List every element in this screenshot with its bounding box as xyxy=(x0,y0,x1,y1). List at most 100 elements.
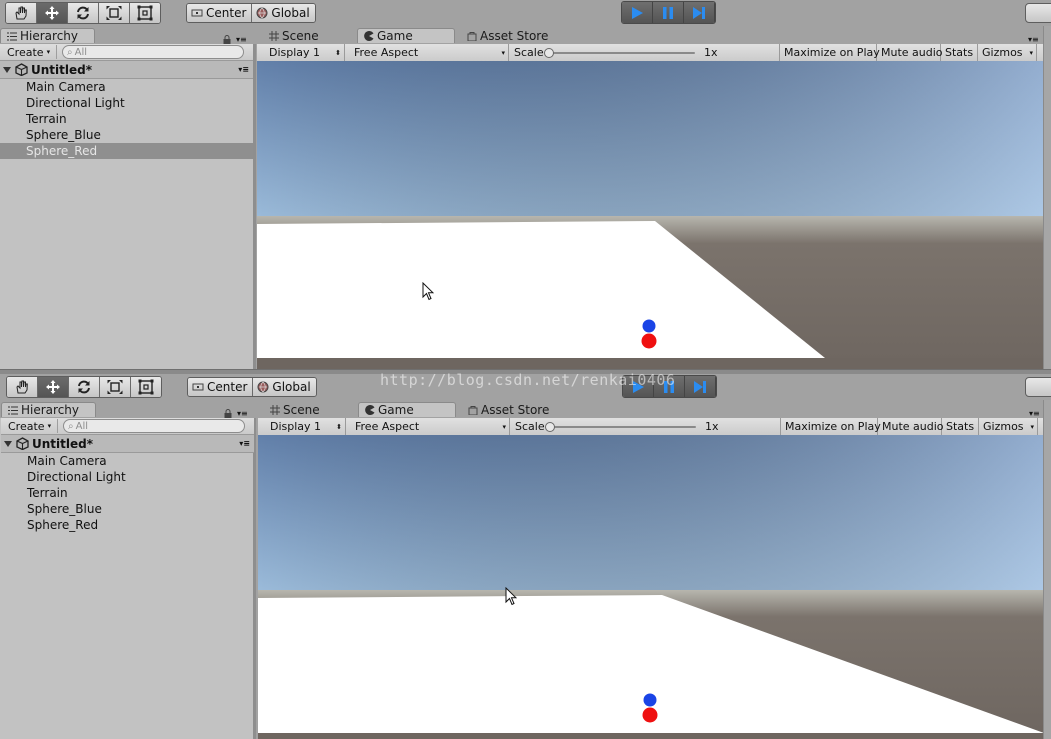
hand-tool-button[interactable] xyxy=(6,3,37,23)
hierarchy-search-input[interactable]: ⌕ All xyxy=(63,419,245,433)
maximize-on-play-toggle[interactable]: Maximize on Play xyxy=(780,418,881,435)
scene-menu-icon[interactable]: ▾≡ xyxy=(239,439,250,448)
right-edge-panel xyxy=(1043,400,1051,739)
maximize-on-play-toggle[interactable]: Maximize on Play xyxy=(779,44,880,61)
pacman-icon xyxy=(365,405,375,415)
step-button[interactable] xyxy=(685,376,716,397)
display-dropdown[interactable]: Display 1 ⬍ xyxy=(258,418,346,435)
move-tool-button[interactable] xyxy=(38,377,69,397)
create-dropdown[interactable]: Create ▾ xyxy=(2,45,58,59)
cloud-button[interactable] xyxy=(1025,377,1051,397)
foldout-arrow-icon[interactable] xyxy=(3,66,11,73)
scale-slider[interactable] xyxy=(545,422,696,432)
scene-menu-icon[interactable]: ▾≡ xyxy=(238,65,249,74)
pivot-label: Center xyxy=(206,6,247,20)
sphere-blue xyxy=(643,693,657,707)
hierarchy-item[interactable]: Sphere_Blue xyxy=(0,127,253,143)
scene-header[interactable]: Untitled* ▾≡ xyxy=(0,61,253,79)
maximize-label: Maximize on Play xyxy=(784,46,880,59)
space-label: Global xyxy=(272,380,311,394)
pivot-center-button[interactable]: Center xyxy=(187,4,253,22)
tab-game[interactable]: Game xyxy=(358,402,456,417)
game-viewport[interactable] xyxy=(257,61,1043,369)
aspect-dropdown[interactable]: Free Aspect ▾ xyxy=(349,44,509,61)
game-panel-menu-icon[interactable]: ▾≡ xyxy=(1029,410,1041,418)
create-dropdown[interactable]: Create ▾ xyxy=(3,419,59,433)
scale-tool-button[interactable] xyxy=(100,377,131,397)
tab-asset-store[interactable]: Asset Store xyxy=(461,402,556,417)
game-panel-menu-icon[interactable]: ▾≡ xyxy=(1028,36,1040,44)
scale-icon xyxy=(106,6,122,20)
rect-transform-icon xyxy=(138,379,154,395)
hierarchy-item-label: Terrain xyxy=(27,486,68,500)
hierarchy-item[interactable]: Main Camera xyxy=(0,79,253,95)
tab-hierarchy[interactable]: Hierarchy xyxy=(1,402,96,417)
foldout-arrow-icon[interactable] xyxy=(4,440,12,447)
pause-icon xyxy=(664,380,674,393)
scene-tab-label: Scene xyxy=(282,29,319,43)
scene-header[interactable]: Untitled* ▾≡ xyxy=(1,435,254,453)
hierarchy-item-label: Main Camera xyxy=(27,454,107,468)
rotate-icon xyxy=(77,6,89,20)
panel-menu-icon[interactable]: ▾≡ xyxy=(237,410,249,418)
step-icon xyxy=(694,380,706,393)
tab-asset-store[interactable]: Asset Store xyxy=(460,28,555,43)
hierarchy-item-label: Sphere_Red xyxy=(26,144,98,158)
pause-button[interactable] xyxy=(654,376,685,397)
stats-toggle[interactable]: Stats xyxy=(942,418,979,435)
scale-control: Scale 1x xyxy=(510,44,780,61)
step-button[interactable] xyxy=(684,2,715,23)
play-button[interactable] xyxy=(622,2,653,23)
dropdown-arrow-icon: ▾ xyxy=(46,48,51,56)
play-button[interactable] xyxy=(623,376,654,397)
game-view-toolbar: Display 1 ⬍ Free Aspect ▾ Scale 1x Maximize… xyxy=(257,44,1043,62)
scale-slider[interactable] xyxy=(544,48,695,58)
pause-button[interactable] xyxy=(653,2,684,23)
mute-audio-toggle[interactable]: Mute audio xyxy=(878,418,944,435)
rect-tool-button[interactable] xyxy=(131,377,161,397)
stats-toggle[interactable]: Stats xyxy=(941,44,978,61)
game-viewport[interactable] xyxy=(258,435,1044,739)
pivot-global-button[interactable]: Global xyxy=(252,4,315,22)
pivot-global-button[interactable]: Global xyxy=(253,378,316,396)
rect-tool-button[interactable] xyxy=(130,3,160,23)
mouse-cursor-icon xyxy=(422,282,434,301)
tab-scene[interactable]: Scene xyxy=(263,402,327,417)
mute-audio-toggle[interactable]: Mute audio xyxy=(877,44,943,61)
updown-arrow-icon: ⬍ xyxy=(335,48,341,57)
rotate-tool-button[interactable] xyxy=(68,3,99,23)
aspect-dropdown[interactable]: Free Aspect ▾ xyxy=(350,418,510,435)
hierarchy-item[interactable]: Terrain xyxy=(0,111,253,127)
cloud-button[interactable] xyxy=(1025,3,1051,23)
stats-label: Stats xyxy=(945,46,974,59)
store-bag-icon xyxy=(467,31,477,41)
hierarchy-item[interactable]: Terrain xyxy=(1,485,254,501)
tab-hierarchy[interactable]: Hierarchy xyxy=(0,28,95,43)
hierarchy-search-input[interactable]: ⌕ All xyxy=(62,45,244,59)
search-placeholder: All xyxy=(74,46,88,58)
hierarchy-item-selected[interactable]: Sphere_Red xyxy=(0,143,253,159)
rotate-tool-button[interactable] xyxy=(69,377,100,397)
game-tab-label: Game xyxy=(378,403,414,417)
tab-scene[interactable]: Scene xyxy=(262,28,326,43)
tab-game[interactable]: Game xyxy=(357,28,455,43)
pivot-center-button[interactable]: Center xyxy=(188,378,254,396)
scale-tool-button[interactable] xyxy=(99,3,130,23)
gizmos-dropdown[interactable]: Gizmos ▾ xyxy=(979,418,1038,435)
display-label: Display 1 xyxy=(270,420,322,433)
panel-menu-icon[interactable]: ▾≡ xyxy=(236,36,248,44)
store-bag-icon xyxy=(468,405,478,415)
hierarchy-item[interactable]: Main Camera xyxy=(1,453,254,469)
hierarchy-item-label: Directional Light xyxy=(26,96,125,110)
hierarchy-item[interactable]: Sphere_Blue xyxy=(1,501,254,517)
hierarchy-item[interactable]: Directional Light xyxy=(0,95,253,111)
hand-tool-button[interactable] xyxy=(7,377,38,397)
display-dropdown[interactable]: Display 1 ⬍ xyxy=(257,44,345,61)
move-tool-button[interactable] xyxy=(37,3,68,23)
hierarchy-item[interactable]: Directional Light xyxy=(1,469,254,485)
scale-slider-knob[interactable] xyxy=(545,422,555,432)
grid-icon xyxy=(269,31,279,41)
scale-slider-knob[interactable] xyxy=(544,48,554,58)
hierarchy-item[interactable]: Sphere_Red xyxy=(1,517,254,533)
gizmos-dropdown[interactable]: Gizmos ▾ xyxy=(978,44,1037,61)
